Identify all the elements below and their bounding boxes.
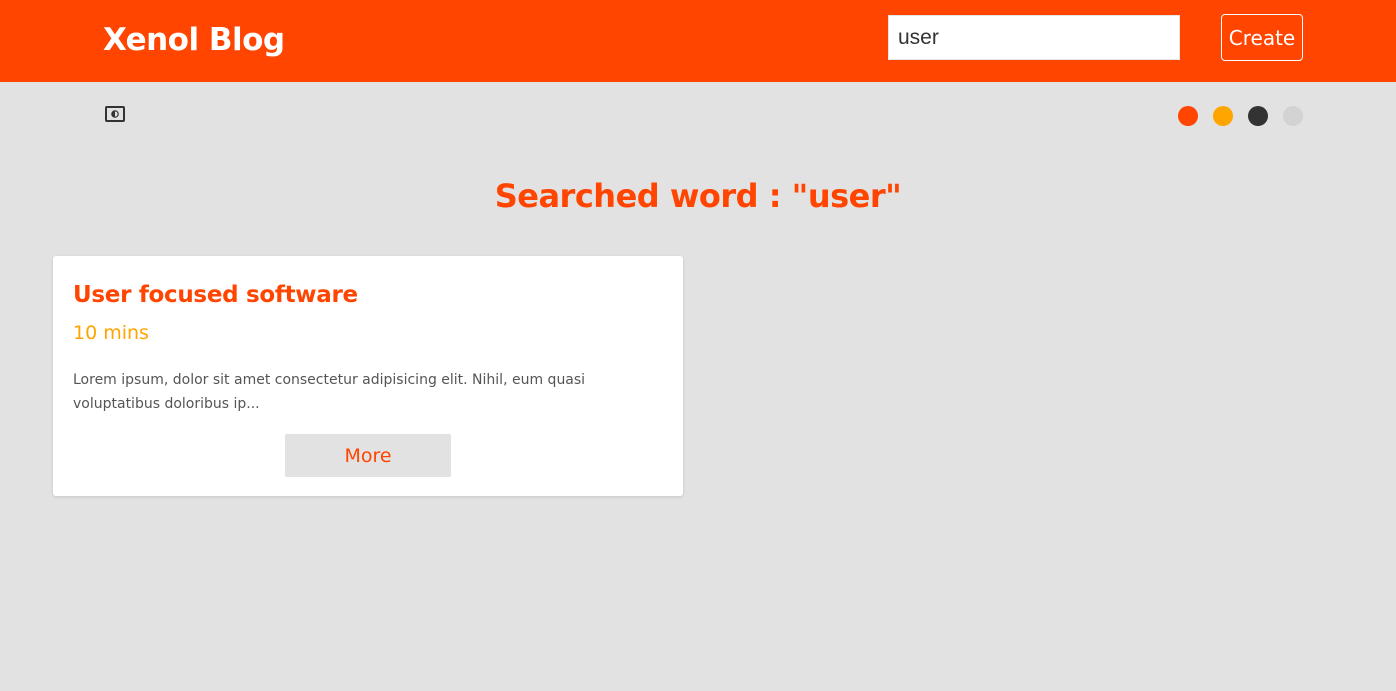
search-results-heading: Searched word : "user": [494, 177, 902, 215]
blog-card: User focused software 10 mins Lorem ipsu…: [53, 256, 683, 496]
more-button[interactable]: More: [285, 434, 451, 477]
site-title[interactable]: Xenol Blog: [103, 20, 285, 60]
theme-color-orange-red[interactable]: [1178, 106, 1198, 126]
blog-card-excerpt: Lorem ipsum, dolor sit amet consectetur …: [73, 372, 586, 412]
theme-color-dark[interactable]: [1248, 106, 1268, 126]
theme-color-light[interactable]: [1283, 106, 1303, 126]
search-input[interactable]: [888, 15, 1180, 60]
contrast-glyph: [111, 110, 119, 118]
blog-card-read-time: 10 mins: [73, 322, 149, 344]
theme-color-orange[interactable]: [1213, 106, 1233, 126]
contrast-icon[interactable]: [105, 106, 125, 122]
site-header: Xenol Blog Create: [0, 0, 1396, 82]
blog-card-title[interactable]: User focused software: [73, 279, 358, 311]
create-button[interactable]: Create: [1221, 14, 1303, 61]
